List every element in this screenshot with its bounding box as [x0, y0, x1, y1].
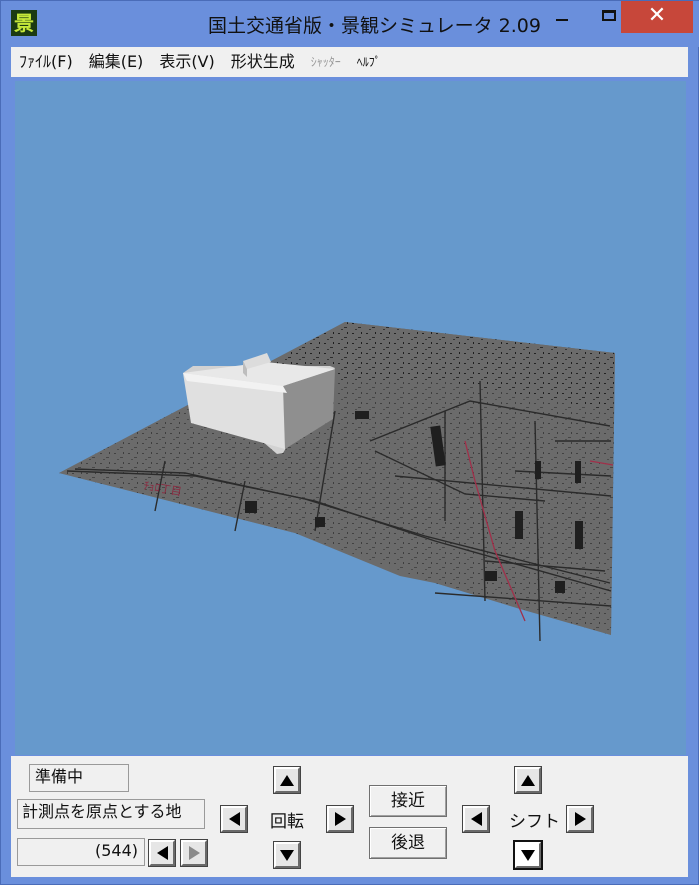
menu-shape-generation[interactable]: 形状生成	[223, 47, 303, 77]
title-bar[interactable]: 景 国土交通省版・景観シミュレータ 2.09 ✕	[1, 1, 699, 47]
3d-scene: ﾁｮﾛ丁目	[59, 322, 615, 642]
right-arrow-icon	[574, 812, 586, 826]
rotate-label: 回転	[270, 812, 304, 832]
down-arrow-icon	[521, 849, 535, 861]
shift-label: シフト	[509, 812, 560, 832]
shift-up-button[interactable]	[514, 766, 542, 794]
menu-file[interactable]: ﾌｧｲﾙ(F)	[11, 47, 81, 77]
up-arrow-icon	[521, 774, 535, 786]
close-icon: ✕	[647, 3, 667, 28]
3d-viewport[interactable]: ﾁｮﾛ丁目	[15, 81, 686, 755]
rotate-right-button[interactable]	[326, 805, 354, 833]
right-arrow-icon	[188, 846, 200, 860]
down-arrow-icon	[280, 849, 294, 861]
menu-view[interactable]: 表示(V)	[151, 47, 222, 77]
measure-dropdown[interactable]: 計測点を原点とする地	[17, 799, 205, 829]
shift-down-button[interactable]	[513, 840, 543, 870]
menu-help[interactable]: ﾍﾙﾌﾟ	[349, 47, 389, 77]
minimize-button[interactable]	[539, 1, 585, 33]
app-window: 景 国土交通省版・景観シミュレータ 2.09 ✕ ﾌｧｲﾙ(F) 編集(E) 表…	[0, 0, 699, 885]
control-panel: 準備中 計測点を原点とする地 (544) 回転 接近 後退 シフト	[11, 756, 688, 877]
shift-left-button[interactable]	[462, 805, 490, 833]
prev-item-button[interactable]	[148, 839, 176, 867]
approach-button[interactable]: 接近	[369, 785, 447, 817]
shift-right-button[interactable]	[566, 805, 594, 833]
maximize-icon	[602, 10, 616, 21]
next-item-button[interactable]	[180, 839, 208, 867]
left-arrow-icon	[228, 812, 240, 826]
menu-shutter[interactable]: ｼｬｯﾀｰ	[303, 47, 349, 77]
item-count: (544)	[17, 838, 145, 866]
minimize-icon	[556, 19, 568, 21]
left-arrow-icon	[156, 846, 168, 860]
right-arrow-icon	[334, 812, 346, 826]
status-indicator: 準備中	[29, 764, 129, 792]
rotate-left-button[interactable]	[220, 805, 248, 833]
window-title-text: 国土交通省版・景観シミュレータ 2.09	[208, 15, 541, 37]
menu-edit[interactable]: 編集(E)	[81, 47, 152, 77]
left-arrow-icon	[470, 812, 482, 826]
retreat-button[interactable]: 後退	[369, 827, 447, 859]
rotate-up-button[interactable]	[273, 766, 301, 794]
rotate-down-button[interactable]	[273, 841, 301, 869]
up-arrow-icon	[280, 774, 294, 786]
menu-bar: ﾌｧｲﾙ(F) 編集(E) 表示(V) 形状生成 ｼｬｯﾀｰ ﾍﾙﾌﾟ	[11, 47, 688, 77]
close-button[interactable]: ✕	[621, 1, 693, 33]
